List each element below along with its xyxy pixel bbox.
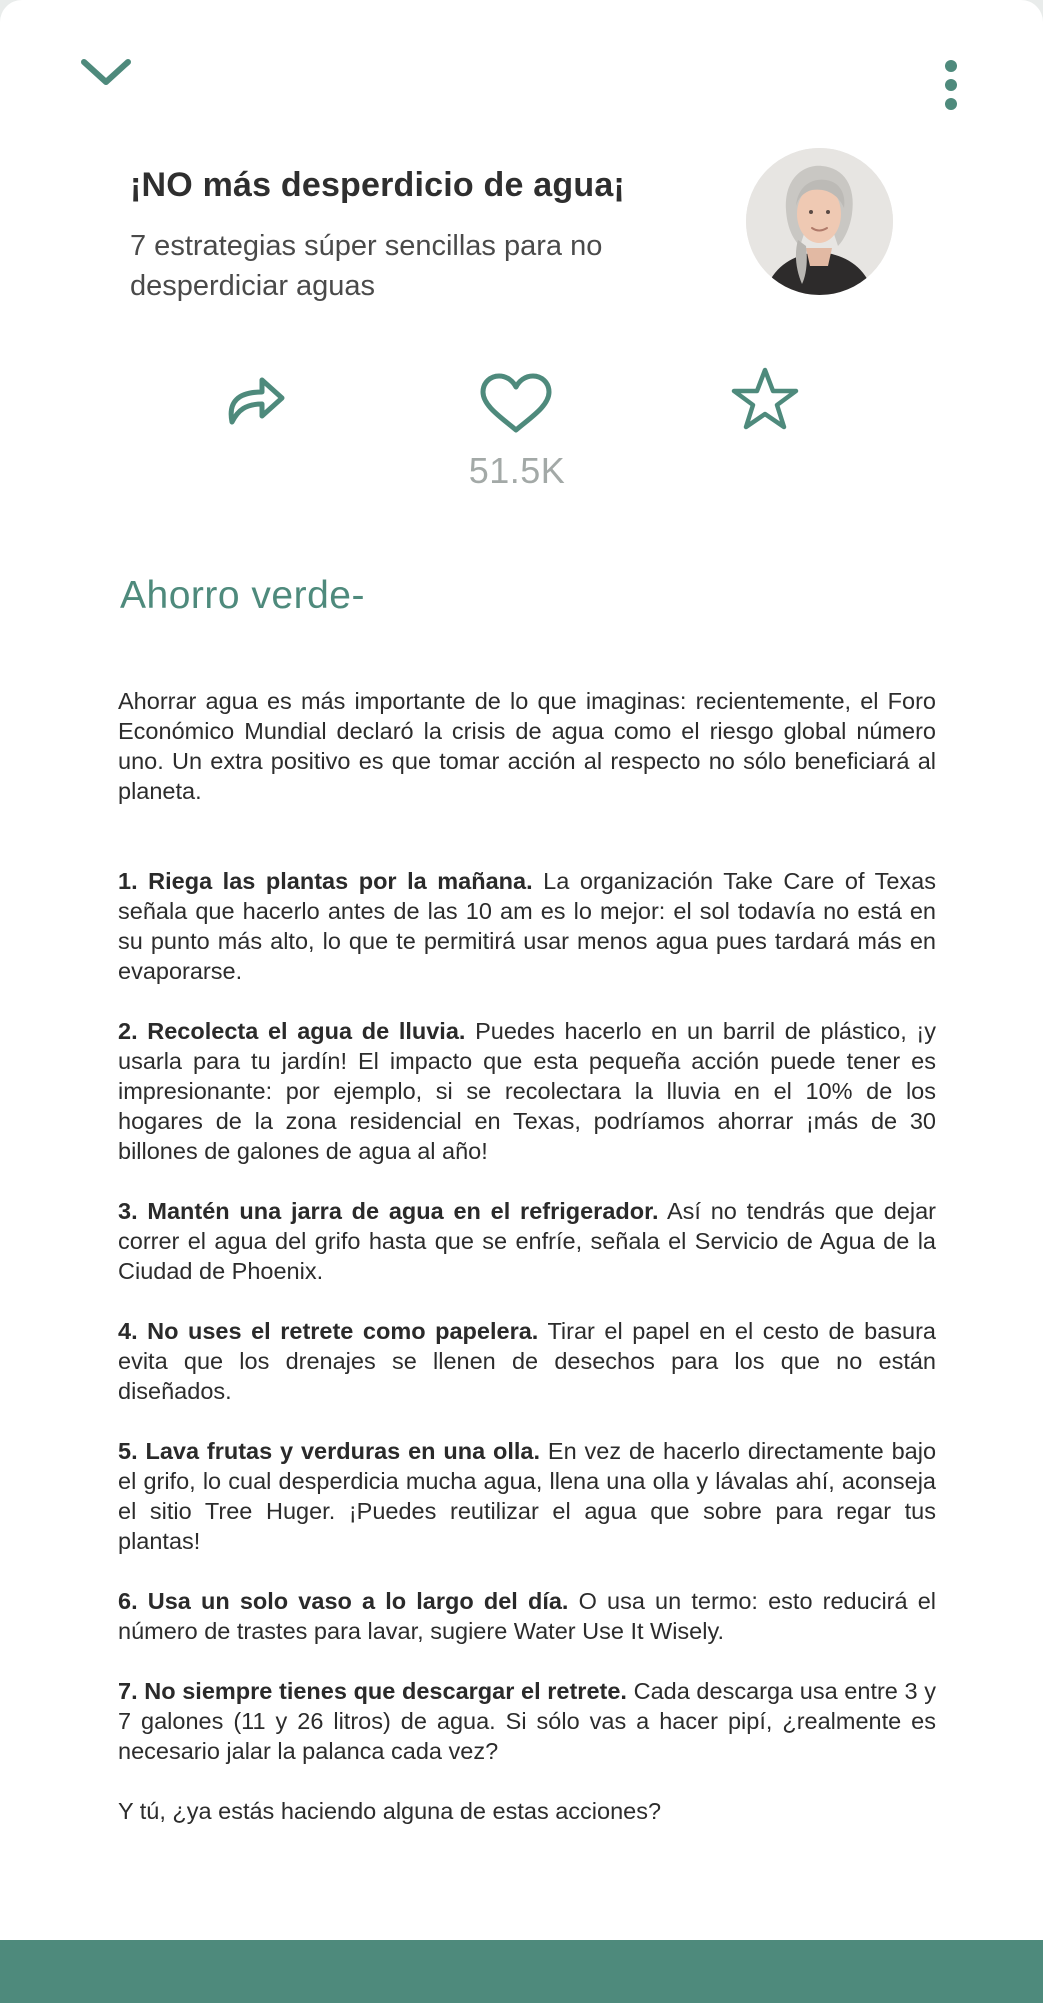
tip-heading: 3. Mantén una jarra de agua en el refrig… [118,1198,659,1224]
article-closing: Y tú, ¿ya estás haciendo alguna de estas… [118,1798,662,1824]
share-icon[interactable] [224,372,288,428]
tip-paragraph: 3. Mantén una jarra de agua en el refrig… [118,1196,936,1286]
more-vertical-icon[interactable] [938,58,964,114]
tip-paragraph: 7. No siempre tienes que descargar el re… [118,1676,936,1766]
article-subtitle: 7 estrategias súper sencillas para no de… [130,230,603,302]
tip-heading: 4. No uses el retrete como papelera. [118,1318,539,1344]
tip-paragraph: 1. Riega las plantas por la mañana. La o… [118,866,936,986]
tip-paragraph: 5. Lava frutas y verduras en una olla. E… [118,1436,936,1556]
article-intro: Ahorrar agua es más importante de lo que… [118,688,936,804]
tip-heading: 1. Riega las plantas por la mañana. [118,868,533,894]
tip-paragraph: 2. Recolecta el agua de lluvia. Puedes h… [118,1016,936,1166]
article-card: ¡NO más desperdicio de agua¡ 7 estrategi… [0,0,1043,1940]
tip-paragraph: 4. No uses el retrete como papelera. Tir… [118,1316,936,1406]
tip-heading: 2. Recolecta el agua de lluvia. [118,1018,466,1044]
likes-count: 51.5K [468,450,566,491]
tip-paragraph: 6. Usa un solo vaso a lo largo del día. … [118,1586,936,1646]
author-avatar[interactable] [746,148,893,295]
heart-icon[interactable] [478,372,554,436]
tip-heading: 6. Usa un solo vaso a lo largo del día. [118,1588,569,1614]
bottom-bar [0,1940,1043,2003]
article-body: Ahorrar agua es más importante de lo que… [118,686,936,1826]
chevron-down-icon[interactable] [80,56,132,88]
article-title: ¡NO más desperdicio de agua¡ [130,166,625,204]
avatar-illustration [746,148,893,295]
tip-heading: 7. No siempre tienes que descargar el re… [118,1678,627,1704]
tip-heading: 5. Lava frutas y verduras en una olla. [118,1438,541,1464]
star-icon[interactable] [730,366,800,432]
section-title: Ahorro verde- [120,574,365,617]
